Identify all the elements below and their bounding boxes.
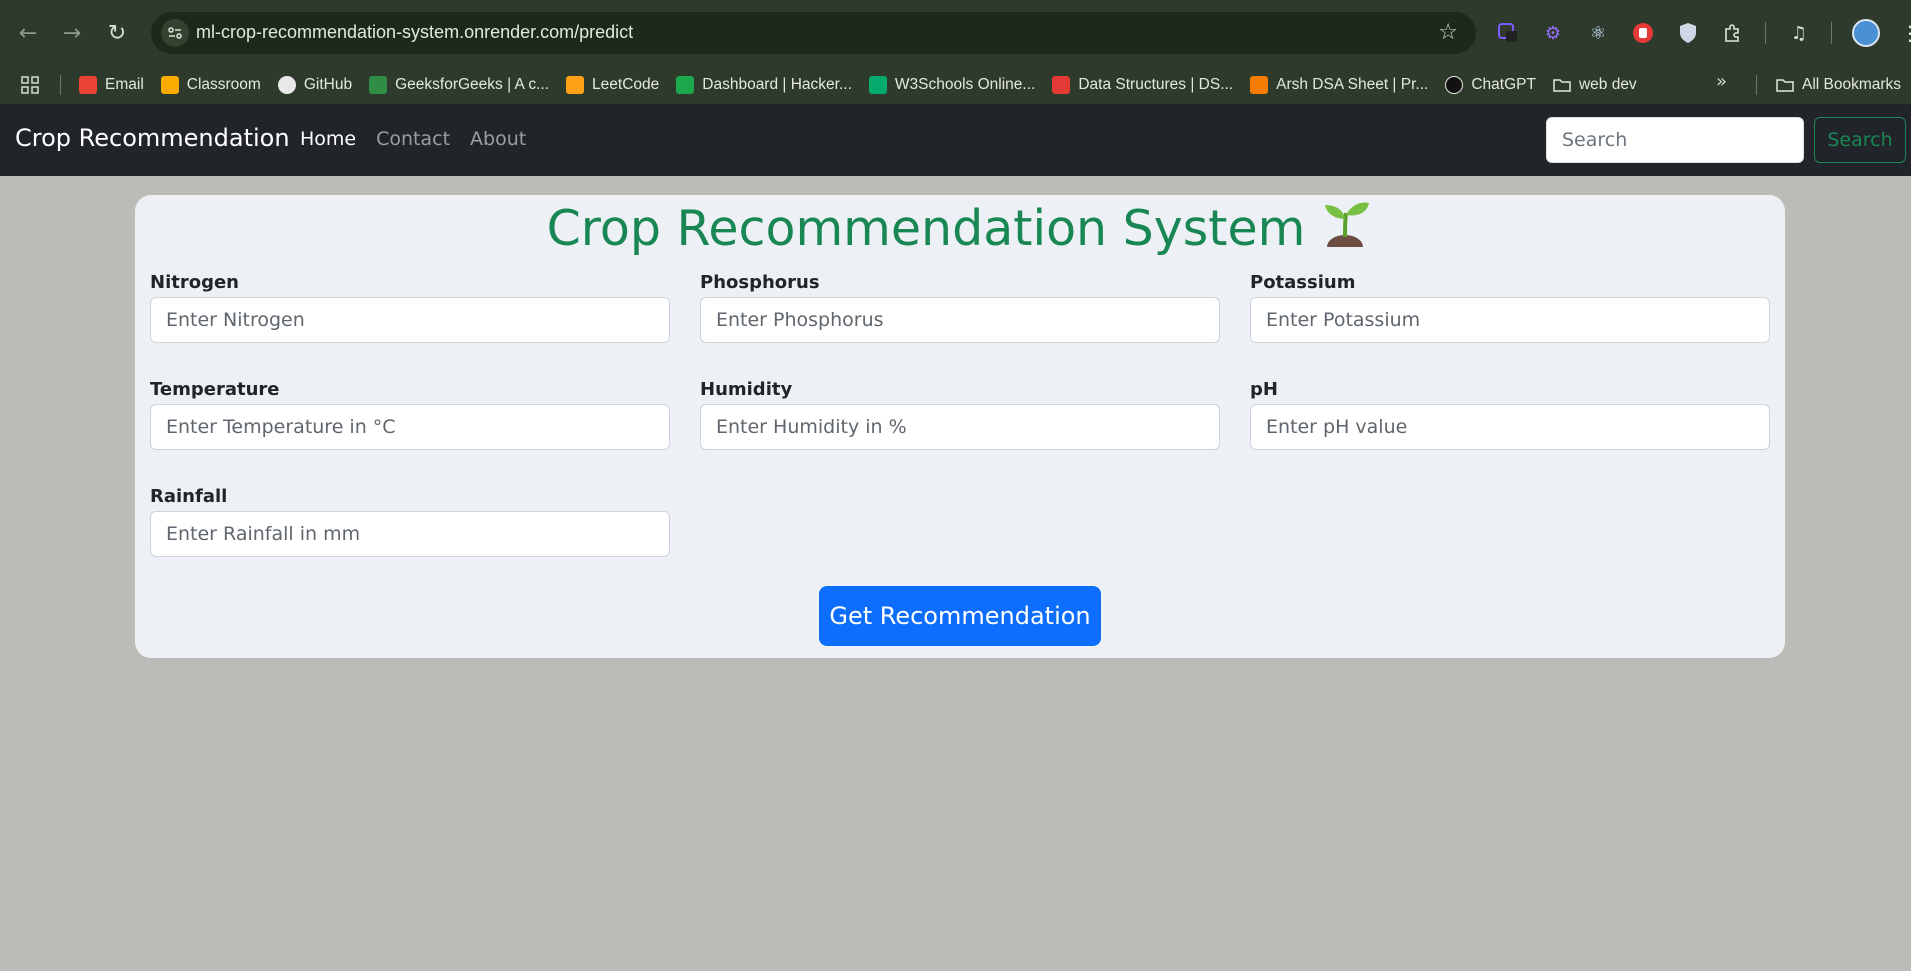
potassium-input[interactable] (1250, 297, 1770, 343)
nav-link-contact[interactable]: Contact (376, 128, 450, 150)
rainfall-label: Rainfall (150, 486, 228, 507)
nitrogen-input[interactable] (150, 297, 670, 343)
leetcode-icon (566, 76, 585, 94)
bookmark-label: GitHub (303, 76, 353, 93)
potassium-label: Potassium (1250, 272, 1356, 293)
back-arrow-icon[interactable]: ← (13, 18, 43, 48)
humidity-label: Humidity (700, 379, 793, 400)
temperature-field: Temperature (150, 379, 670, 450)
bookmark-item[interactable]: Email (79, 71, 144, 99)
search-input[interactable] (1546, 117, 1804, 163)
bookmark-label: Arsh DSA Sheet | Pr... (1276, 76, 1429, 93)
temperature-input[interactable] (150, 404, 670, 450)
folder-icon (1776, 76, 1794, 94)
github-icon (277, 76, 296, 94)
extensions-bar: ⚙ ⚛ ♫ ⋮ (1495, 18, 1911, 48)
bookmark-label: ChatGPT (1471, 76, 1536, 93)
more-bookmarks-chevron-icon[interactable]: » (1716, 71, 1727, 92)
phosphorus-label: Phosphorus (700, 272, 820, 293)
gmail-icon (79, 76, 97, 94)
humidity-field: Humidity (700, 379, 1220, 450)
rainfall-input[interactable] (150, 511, 670, 557)
bookmark-item[interactable]: Data Structures | DS... (1052, 71, 1233, 99)
nav-link-about[interactable]: About (470, 128, 526, 150)
bookmark-label: Dashboard | Hacker... (702, 76, 852, 93)
temperature-label: Temperature (150, 379, 280, 400)
address-bar[interactable]: ml-crop-recommendation-system.onrender.c… (151, 12, 1476, 54)
bookmark-item[interactable]: LeetCode (566, 71, 659, 99)
prediction-form-card: Crop Recommendation System Nitrogen Phos… (135, 195, 1785, 658)
page-title: Crop Recommendation System (135, 197, 1785, 257)
bookmark-label: Email (105, 76, 144, 93)
hackerrank-icon (676, 76, 695, 94)
browser-chrome: ← → ↻ ml-crop-recommendation-system.onre… (0, 0, 1911, 104)
ph-input[interactable] (1250, 404, 1770, 450)
search-button[interactable]: Search (1814, 117, 1906, 163)
nitrogen-label: Nitrogen (150, 272, 239, 293)
classroom-icon (160, 76, 179, 94)
bookmark-label: LeetCode (592, 76, 660, 93)
humidity-input[interactable] (700, 404, 1220, 450)
extension-stop-hand-icon[interactable] (1630, 20, 1656, 46)
gfg-icon (369, 76, 388, 94)
extension-cursor-icon[interactable] (1495, 20, 1521, 46)
bookmark-list: Email Classroom GitHub GeeksforGeeks | A c.… (79, 71, 1654, 99)
bookmark-item[interactable]: web dev (1553, 71, 1637, 99)
chatgpt-icon (1445, 76, 1464, 94)
extension-react-icon[interactable]: ⚛ (1585, 20, 1611, 46)
w3schools-icon (868, 76, 887, 94)
phosphorus-field: Phosphorus (700, 272, 1220, 343)
all-bookmarks-button[interactable]: All Bookmarks (1776, 71, 1901, 99)
bookmark-item[interactable]: Dashboard | Hacker... (676, 71, 852, 99)
bookmark-label: web dev (1578, 76, 1637, 93)
potassium-field: Potassium (1250, 272, 1770, 343)
phosphorus-input[interactable] (700, 297, 1220, 343)
profile-avatar[interactable] (1852, 19, 1880, 47)
extension-gear-icon[interactable]: ⚙ (1540, 20, 1566, 46)
bookmarks-bar: Email Classroom GitHub GeeksforGeeks | A c.… (0, 66, 1911, 104)
bookmark-label: GeeksforGeeks | A c... (395, 76, 550, 93)
bookmark-label: W3Schools Online... (894, 76, 1036, 93)
dsa-sheet-icon (1250, 76, 1269, 94)
bookmark-item[interactable]: Arsh DSA Sheet | Pr... (1250, 71, 1428, 99)
media-queue-icon[interactable]: ♫ (1786, 20, 1812, 46)
reload-icon[interactable]: ↻ (102, 18, 132, 48)
nav-links: Home Contact About (300, 128, 546, 150)
get-recommendation-button[interactable]: Get Recommendation (819, 586, 1101, 646)
url-text[interactable]: ml-crop-recommendation-system.onrender.c… (196, 22, 633, 43)
bookmark-label: Data Structures | DS... (1078, 76, 1234, 93)
bookmark-item[interactable]: GitHub (277, 71, 353, 99)
site-info-icon[interactable] (161, 19, 189, 47)
bookmark-item[interactable]: Classroom (160, 71, 261, 99)
apps-grid-icon[interactable] (20, 75, 40, 95)
ph-field: pH (1250, 379, 1770, 450)
forward-arrow-icon[interactable]: → (57, 18, 87, 48)
bookmark-item[interactable]: ChatGPT (1445, 71, 1536, 99)
extension-shield-icon[interactable] (1675, 20, 1701, 46)
extensions-puzzle-icon[interactable] (1720, 20, 1746, 46)
ph-label: pH (1250, 379, 1278, 400)
folder-icon (1553, 76, 1571, 94)
bookmark-item[interactable]: GeeksforGeeks | A c... (369, 71, 549, 99)
address-row: ← → ↻ ml-crop-recommendation-system.onre… (0, 0, 1911, 66)
bookmark-star-icon[interactable]: ☆ (1438, 20, 1458, 45)
bookmark-item[interactable]: W3Schools Online... (868, 71, 1036, 99)
kebab-menu-icon[interactable]: ⋮ (1900, 21, 1911, 45)
tuf-icon (1052, 76, 1071, 94)
rainfall-field: Rainfall (150, 486, 670, 557)
nitrogen-field: Nitrogen (150, 272, 670, 343)
nav-link-home[interactable]: Home (300, 128, 356, 150)
navbar-brand[interactable]: Crop Recommendation (15, 124, 290, 152)
seedling-icon (1317, 197, 1373, 253)
bookmark-label: Classroom (186, 76, 261, 93)
site-navbar: Crop Recommendation Home Contact About S… (0, 104, 1911, 176)
